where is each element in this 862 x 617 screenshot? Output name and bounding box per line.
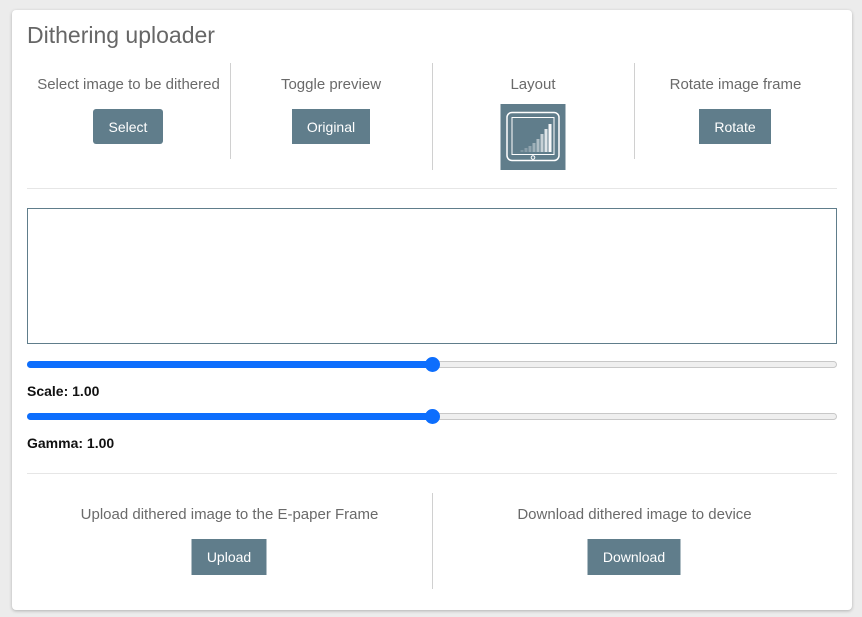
scale-value: 1.00 [72, 383, 100, 399]
slider-fill [27, 361, 432, 368]
toggle-preview-button[interactable]: Original [292, 109, 370, 144]
download-label: Download dithered image to device [517, 506, 752, 523]
download-button[interactable]: Download [587, 539, 681, 575]
upload-group: Upload dithered image to the E-paper Fra… [27, 493, 432, 589]
gamma-label: Gamma: [27, 435, 84, 451]
rotate-button[interactable]: Rotate [699, 109, 771, 144]
scale-label: Scale: [27, 383, 69, 399]
slider-fill [27, 413, 432, 420]
layout-group: Layout [432, 63, 634, 173]
select-group: Select image to be dithered Select [27, 63, 230, 173]
layout-button[interactable] [500, 104, 566, 170]
controls-row: Select image to be dithered Select Toggl… [27, 63, 837, 173]
scale-readout: Scale: 1.00 [27, 383, 99, 399]
slider-thumb[interactable] [425, 357, 440, 372]
preview-group: Toggle preview Original [230, 63, 432, 173]
scale-slider[interactable] [27, 357, 837, 373]
select-button[interactable]: Select [93, 109, 163, 144]
dithering-card: Dithering uploader Select image to be di… [12, 10, 852, 610]
select-label: Select image to be dithered [37, 76, 220, 93]
actions-row: Upload dithered image to the E-paper Fra… [27, 493, 837, 589]
upload-button[interactable]: Upload [191, 539, 267, 575]
gamma-slider[interactable] [27, 409, 837, 425]
separator [27, 188, 837, 189]
download-group: Download dithered image to device Downlo… [432, 493, 837, 589]
preview-label: Toggle preview [280, 76, 382, 93]
page-title: Dithering uploader [27, 22, 215, 48]
gamma-value: 1.00 [86, 435, 115, 451]
frame-layout-icon [506, 111, 560, 162]
preview-canvas[interactable] [27, 208, 837, 344]
rotate-group: Rotate image frame Rotate [634, 63, 837, 173]
separator [27, 473, 837, 474]
upload-label: Upload dithered image to the E-paper Fra… [80, 506, 379, 523]
gamma-readout: Gamma: 1.00 [27, 435, 114, 451]
rotate-label: Rotate image frame [669, 76, 802, 93]
slider-thumb[interactable] [425, 409, 440, 424]
layout-label: Layout [510, 76, 556, 93]
